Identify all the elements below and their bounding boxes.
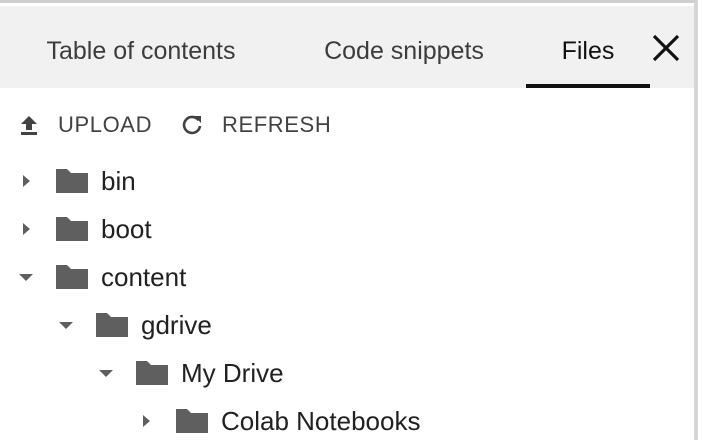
caret-down-icon[interactable] <box>96 363 116 383</box>
active-tab-indicator <box>526 84 650 88</box>
folder-icon <box>176 409 208 433</box>
tree-item-bin[interactable]: bin <box>16 161 136 201</box>
folder-icon <box>56 169 88 193</box>
tree-item-label: content <box>101 261 187 292</box>
tree-item-label: bin <box>101 165 136 196</box>
tab-code-snippets[interactable]: Code snippets <box>302 6 506 88</box>
caret-down-icon[interactable] <box>16 267 36 287</box>
folder-icon <box>56 265 88 289</box>
folder-icon <box>96 313 128 337</box>
caret-right-icon[interactable] <box>16 219 36 239</box>
tree-item-content[interactable]: content <box>16 257 186 297</box>
tree-item-label: My Drive <box>181 357 284 388</box>
upload-icon <box>21 116 37 135</box>
tab-bar: Table of contents Code snippets Files <box>0 6 694 88</box>
refresh-icon <box>182 115 202 135</box>
tree-item-my-drive[interactable]: My Drive <box>96 353 284 393</box>
tab-table-of-contents[interactable]: Table of contents <box>22 6 260 88</box>
folder-icon <box>56 217 88 241</box>
upload-label: UPLOAD <box>58 112 153 137</box>
tree-item-boot[interactable]: boot <box>16 209 152 249</box>
tab-files[interactable]: Files <box>538 6 638 88</box>
upload-button[interactable]: UPLOAD <box>18 107 152 143</box>
caret-right-icon[interactable] <box>16 171 36 191</box>
tree-item-gdrive[interactable]: gdrive <box>56 305 212 345</box>
refresh-label: REFRESH <box>222 112 332 137</box>
caret-down-icon[interactable] <box>56 315 76 335</box>
tree-item-colab-notebooks[interactable]: Colab Notebooks <box>136 401 420 441</box>
caret-right-icon[interactable] <box>136 411 156 431</box>
close-button[interactable] <box>646 28 686 68</box>
tree-item-label: boot <box>101 213 152 244</box>
refresh-button[interactable]: REFRESH <box>180 107 331 143</box>
close-icon <box>652 34 680 62</box>
tree-item-label: gdrive <box>141 309 212 340</box>
folder-icon <box>136 361 168 385</box>
files-panel: Table of contents Code snippets Files UP… <box>0 0 698 440</box>
tree-item-label: Colab Notebooks <box>221 405 421 436</box>
